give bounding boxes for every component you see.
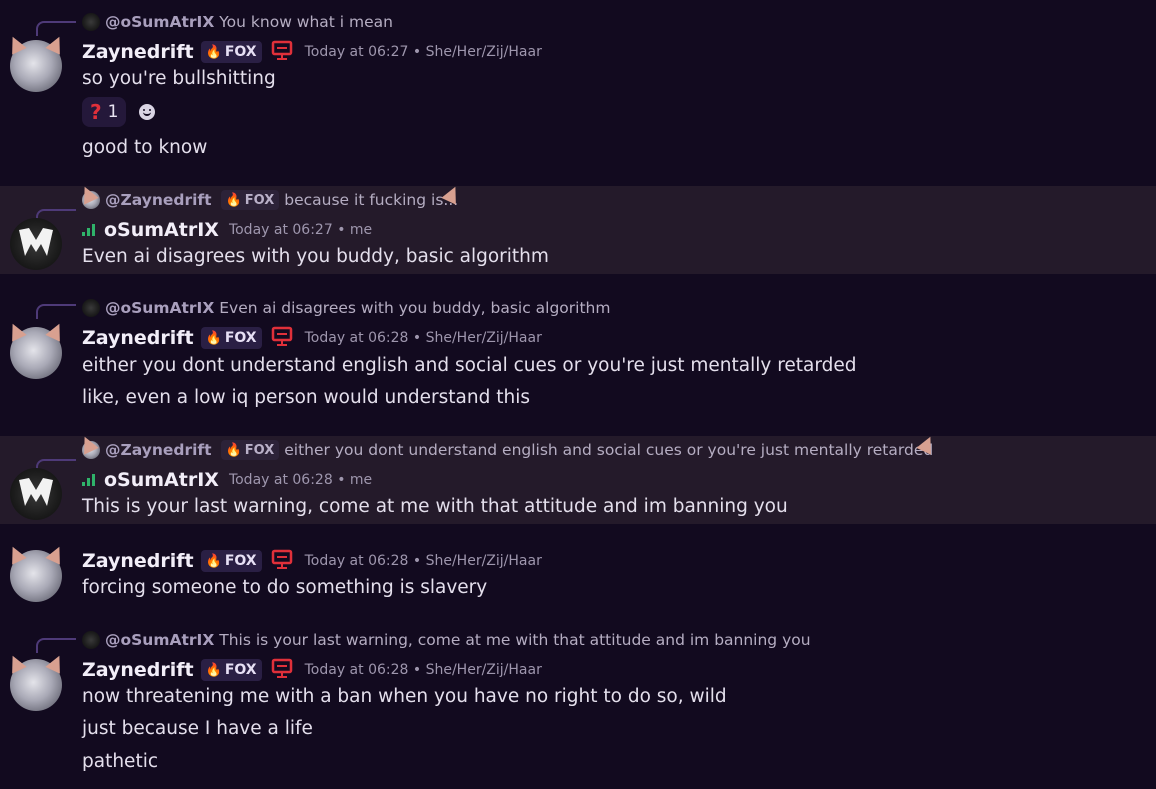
username[interactable]: Zaynedrift — [82, 550, 194, 572]
avatar[interactable] — [10, 40, 62, 92]
username[interactable]: oSumAtrIX — [104, 219, 219, 241]
message-line: pathetic — [82, 751, 159, 772]
message-line: good to know — [82, 137, 208, 158]
reply-text: This is your last warning, come at me wi… — [219, 631, 811, 649]
message-highlighted: @Zaynedrift 🔥 FOX because it fucking is..… — [0, 186, 1156, 274]
timestamp[interactable]: Today at 06:28 • She/Her/Zij/Haar — [305, 330, 542, 346]
timestamp[interactable]: Today at 06:28 • She/Her/Zij/Haar — [305, 662, 542, 678]
fire-icon: 🔥 — [205, 553, 222, 569]
reply-author[interactable]: @oSumAtrIX — [105, 299, 214, 317]
message-header: oSumAtrIX Today at 06:27 • me — [82, 218, 372, 242]
reply-avatar — [82, 191, 100, 209]
avatar[interactable] — [10, 550, 62, 602]
smile-icon — [139, 104, 156, 120]
username[interactable]: Zaynedrift — [82, 41, 194, 63]
monitor-icon — [271, 39, 293, 65]
signal-bars-icon — [82, 224, 95, 236]
reply-text: because it fucking is... — [284, 191, 459, 209]
fire-icon: 🔥 — [205, 44, 222, 60]
message-line: forcing someone to do something is slave… — [82, 577, 488, 598]
reply-avatar — [82, 299, 100, 317]
message: @oSumAtrIX Even ai disagrees with you bu… — [0, 274, 1156, 436]
fox-tag[interactable]: 🔥 FOX — [200, 659, 262, 681]
message: @oSumAtrIX You know what i mean Zaynedri… — [0, 0, 1156, 186]
message-line: so you're bullshitting — [82, 68, 276, 89]
message-header: oSumAtrIX Today at 06:28 • me — [82, 468, 372, 492]
reply-connector — [36, 304, 76, 319]
reply-author[interactable]: @oSumAtrIX — [105, 631, 214, 649]
message-line: Even ai disagrees with you buddy, basic … — [82, 246, 549, 267]
message-line: now threatening me with a ban when you h… — [82, 686, 727, 707]
fire-icon: 🔥 — [205, 662, 222, 678]
reply-preview[interactable]: @oSumAtrIX This is your last warning, co… — [82, 630, 811, 650]
message-highlighted: @Zaynedrift 🔥 FOX either you dont underst… — [0, 436, 1156, 524]
reactions: ? 1 — [82, 97, 162, 127]
monitor-icon — [271, 657, 293, 683]
add-reaction-button[interactable] — [132, 97, 162, 127]
fox-tag[interactable]: 🔥 FOX — [200, 327, 262, 349]
message-line: This is your last warning, come at me wi… — [82, 496, 788, 517]
monitor-icon — [271, 325, 293, 351]
reply-preview[interactable]: @Zaynedrift 🔥 FOX either you dont underst… — [82, 440, 933, 460]
fire-icon: 🔥 — [225, 442, 242, 458]
username[interactable]: oSumAtrIX — [104, 469, 219, 491]
reaction-question[interactable]: ? 1 — [82, 97, 127, 127]
message-line: just because I have a life — [82, 718, 313, 739]
reply-avatar — [82, 441, 100, 459]
reply-avatar — [82, 13, 100, 31]
message-header: Zaynedrift 🔥 FOX Today at 06:28 • She/Her… — [82, 549, 542, 573]
reply-author[interactable]: @oSumAtrIX — [105, 13, 214, 31]
message-header: Zaynedrift 🔥 FOX Today at 06:27 • She/Her… — [82, 40, 542, 64]
message: @oSumAtrIX This is your last warning, co… — [0, 622, 1156, 789]
m-logo-icon — [19, 228, 53, 256]
timestamp[interactable]: Today at 06:28 • me — [229, 472, 372, 488]
reply-text: Even ai disagrees with you buddy, basic … — [219, 299, 611, 317]
fire-icon: 🔥 — [225, 192, 242, 208]
m-logo-icon — [19, 478, 53, 506]
reply-author[interactable]: @Zaynedrift — [105, 191, 212, 209]
fox-tag: 🔥 FOX — [220, 190, 280, 210]
timestamp[interactable]: Today at 06:27 • me — [229, 222, 372, 238]
reply-preview[interactable]: @oSumAtrIX You know what i mean — [82, 12, 393, 32]
fox-tag: 🔥 FOX — [220, 440, 280, 460]
signal-bars-icon — [82, 474, 95, 486]
message-header: Zaynedrift 🔥 FOX Today at 06:28 • She/Her… — [82, 658, 542, 682]
reply-author[interactable]: @Zaynedrift — [105, 441, 212, 459]
tag-label: FOX — [224, 44, 257, 60]
avatar[interactable] — [10, 659, 62, 711]
monitor-icon — [271, 548, 293, 574]
username[interactable]: Zaynedrift — [82, 327, 194, 349]
message-line: either you dont understand english and s… — [82, 355, 857, 376]
message-header: Zaynedrift 🔥 FOX Today at 06:28 • She/Her… — [82, 326, 542, 350]
reply-text: either you dont understand english and s… — [284, 441, 934, 459]
reply-text: You know what i mean — [219, 13, 393, 31]
reply-connector — [36, 21, 76, 36]
reply-connector — [36, 638, 76, 653]
fox-tag[interactable]: 🔥 FOX — [200, 550, 262, 572]
avatar[interactable] — [10, 468, 62, 520]
reply-preview[interactable]: @oSumAtrIX Even ai disagrees with you bu… — [82, 298, 610, 318]
fox-tag[interactable]: 🔥 FOX — [200, 41, 262, 63]
reaction-count: 1 — [107, 102, 119, 122]
username[interactable]: Zaynedrift — [82, 659, 194, 681]
timestamp[interactable]: Today at 06:28 • She/Her/Zij/Haar — [305, 553, 542, 569]
message-line: like, even a low iq person would underst… — [82, 387, 530, 408]
message: Zaynedrift 🔥 FOX Today at 06:28 • She/Her… — [0, 524, 1156, 622]
reply-preview[interactable]: @Zaynedrift 🔥 FOX because it fucking is..… — [82, 190, 458, 210]
timestamp[interactable]: Today at 06:27 • She/Her/Zij/Haar — [305, 44, 542, 60]
question-mark-icon: ? — [90, 100, 102, 124]
avatar[interactable] — [10, 327, 62, 379]
avatar[interactable] — [10, 218, 62, 270]
reply-avatar — [82, 631, 100, 649]
fire-icon: 🔥 — [205, 330, 222, 346]
